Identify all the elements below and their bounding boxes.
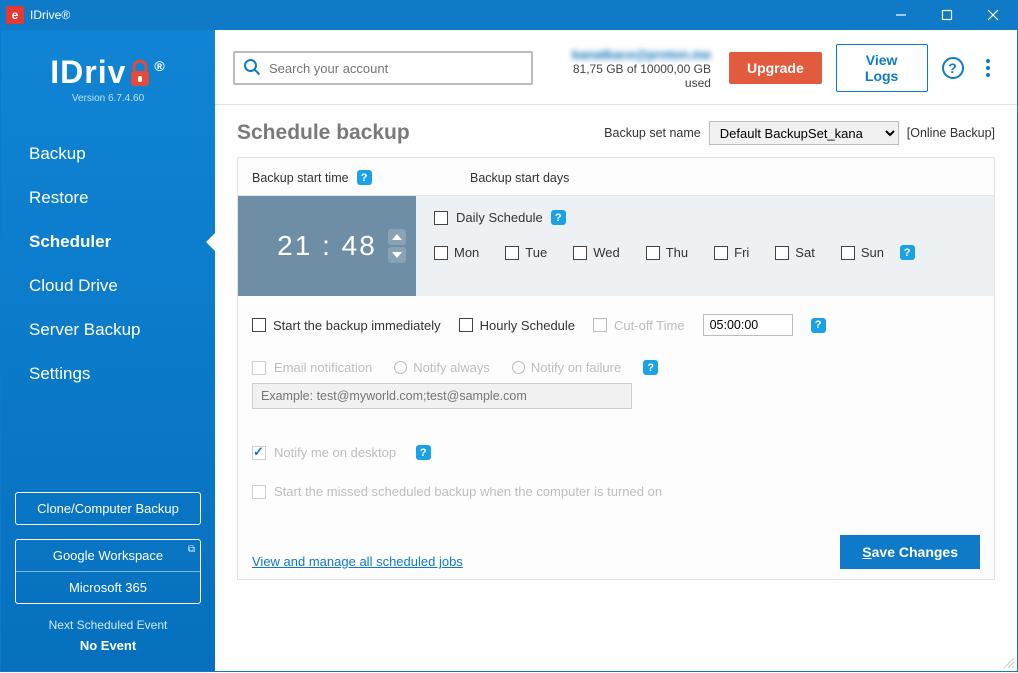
- backup-set-name-label: Backup set name: [604, 126, 701, 140]
- save-changes-button[interactable]: Save Changes: [840, 535, 980, 569]
- help-email-icon[interactable]: ?: [643, 360, 658, 375]
- next-event-label: Next Scheduled Event: [15, 618, 201, 632]
- window-titlebar: e IDrive®: [0, 0, 1018, 30]
- manage-jobs-link[interactable]: View and manage all scheduled jobs: [252, 554, 463, 569]
- sidebar-item-cloud-drive[interactable]: Cloud Drive: [1, 264, 215, 308]
- app-icon: e: [6, 6, 24, 24]
- close-button[interactable]: [970, 0, 1016, 30]
- help-button[interactable]: ?: [942, 56, 964, 80]
- day-wed-checkbox[interactable]: [573, 246, 587, 260]
- help-cutoff-icon[interactable]: ?: [811, 318, 826, 333]
- sidebar: IDriv ® Version 6.7.4.60 Backup Restore …: [1, 30, 215, 671]
- resize-grip-icon[interactable]: [1001, 655, 1015, 669]
- workspace-box: ⧉ Google Workspace Microsoft 365: [15, 539, 201, 604]
- day-sun-checkbox[interactable]: [841, 246, 855, 260]
- search-box[interactable]: [233, 51, 533, 85]
- window-title: IDrive®: [30, 8, 70, 22]
- account-email: kanatkace@proton.me: [561, 47, 711, 62]
- day-mon-checkbox[interactable]: [434, 246, 448, 260]
- kebab-icon: [986, 59, 990, 77]
- help-days-icon[interactable]: ?: [900, 245, 915, 260]
- day-tue-checkbox[interactable]: [505, 246, 519, 260]
- help-start-time-icon[interactable]: ?: [357, 170, 372, 185]
- topbar: kanatkace@proton.me 81,75 GB of 10000,00…: [215, 30, 1017, 105]
- quota-text: 81,75 GB of 10000,00 GB used: [561, 62, 711, 90]
- lock-icon: [128, 59, 152, 87]
- menu-button[interactable]: [978, 56, 999, 80]
- help-desktop-icon[interactable]: ?: [416, 445, 431, 460]
- time-up-button[interactable]: [388, 229, 406, 245]
- search-input[interactable]: [269, 61, 523, 76]
- version-label: Version 6.7.4.60: [1, 93, 215, 104]
- hourly-schedule-checkbox[interactable]: [459, 318, 473, 332]
- sidebar-item-settings[interactable]: Settings: [1, 352, 215, 396]
- sidebar-item-backup[interactable]: Backup: [1, 132, 215, 176]
- help-daily-icon[interactable]: ?: [551, 210, 566, 225]
- external-link-icon: ⧉: [188, 544, 195, 555]
- time-picker[interactable]: 21 : 48: [238, 196, 416, 296]
- day-sat-checkbox[interactable]: [775, 246, 789, 260]
- page-title: Schedule backup: [237, 121, 410, 145]
- email-input[interactable]: [252, 383, 632, 409]
- start-immediately-checkbox[interactable]: [252, 318, 266, 332]
- brand-logo: IDriv ®: [1, 54, 215, 91]
- microsoft-365-button[interactable]: Microsoft 365: [16, 571, 200, 603]
- cutoff-time-input[interactable]: [703, 314, 793, 336]
- search-icon: [243, 58, 261, 79]
- account-info: kanatkace@proton.me 81,75 GB of 10000,00…: [561, 47, 711, 90]
- time-down-button[interactable]: [388, 247, 406, 263]
- email-notification-checkbox[interactable]: [252, 361, 266, 375]
- daily-schedule-checkbox[interactable]: [434, 211, 448, 225]
- help-icon: ?: [942, 57, 964, 79]
- google-workspace-button[interactable]: Google Workspace: [16, 540, 200, 571]
- day-fri-checkbox[interactable]: [714, 246, 728, 260]
- notify-failure-radio[interactable]: [512, 361, 525, 374]
- daily-schedule-label: Daily Schedule: [456, 210, 543, 225]
- sidebar-item-scheduler[interactable]: Scheduler: [1, 220, 215, 264]
- start-missed-checkbox[interactable]: [252, 485, 266, 499]
- cutoff-checkbox[interactable]: [593, 318, 607, 332]
- upgrade-button[interactable]: Upgrade: [729, 52, 822, 84]
- start-time-label: Backup start time: [252, 171, 349, 185]
- notify-always-radio[interactable]: [394, 361, 407, 374]
- sidebar-item-restore[interactable]: Restore: [1, 176, 215, 220]
- next-event-value: No Event: [15, 638, 201, 653]
- minimize-button[interactable]: [878, 0, 924, 30]
- sidebar-item-server-backup[interactable]: Server Backup: [1, 308, 215, 352]
- backup-set-select[interactable]: Default BackupSet_kana: [709, 121, 899, 145]
- clone-computer-backup-button[interactable]: Clone/Computer Backup: [15, 492, 201, 525]
- view-logs-button[interactable]: View Logs: [836, 44, 928, 92]
- start-days-label: Backup start days: [470, 171, 569, 185]
- backup-type-label: [Online Backup]: [907, 126, 995, 140]
- time-value: 21 : 48: [277, 230, 377, 262]
- notify-desktop-checkbox[interactable]: [252, 446, 266, 460]
- maximize-button[interactable]: [924, 0, 970, 30]
- day-thu-checkbox[interactable]: [646, 246, 660, 260]
